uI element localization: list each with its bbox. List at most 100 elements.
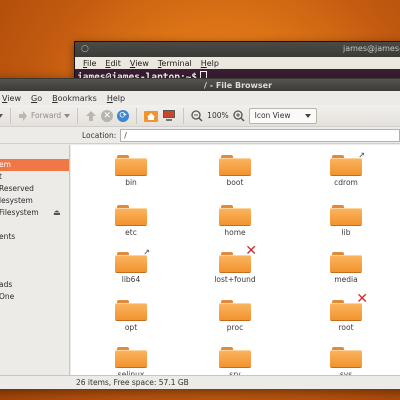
folder-body (330, 158, 362, 175)
sidebar-item-reserved[interactable]: Reserved (0, 183, 69, 195)
up-arrow-icon (86, 110, 97, 121)
file-browser-window[interactable]: / - File Browser View Go Bookmarks Help … (0, 78, 400, 389)
folder-item[interactable]: bin (96, 155, 166, 187)
zoom-level[interactable]: 100% (207, 111, 228, 120)
menu-help[interactable]: Help (107, 94, 125, 103)
folder-body (115, 255, 147, 272)
stop-button[interactable]: ✕ (101, 107, 114, 125)
status-bar: 26 items, Free space: 57.1 GB (0, 375, 400, 389)
close-icon[interactable]: ○ (81, 44, 89, 54)
folder-label: proc (226, 323, 244, 332)
sidebar-item-documents[interactable]: ents (0, 231, 69, 243)
chevron-down-icon (0, 113, 3, 118)
view-mode-select[interactable]: Icon View (248, 107, 317, 124)
folder-item[interactable]: etc (96, 205, 166, 237)
folder-item[interactable]: sys (311, 347, 381, 375)
computer-button[interactable] (162, 107, 176, 125)
icon-view[interactable]: bin boot ↗ cdrom etc home lib ↗ lib64 ✕ lost+found… (71, 145, 400, 375)
zoom-in-button[interactable] (232, 107, 245, 125)
folder-icon (115, 347, 147, 367)
terminal-title: james@james- (343, 44, 400, 53)
terminal-menu-file[interactable]: File (83, 59, 96, 68)
view-mode-value: Icon View (254, 111, 291, 120)
zoom-in-icon (232, 109, 245, 122)
file-browser-titlebar[interactable]: / - File Browser (0, 79, 400, 91)
folder-body (219, 303, 251, 320)
location-label: Location: (82, 130, 117, 140)
terminal-titlebar[interactable]: ○ james@james- (75, 42, 400, 57)
sidebar-item[interactable] (0, 243, 69, 255)
folder-item[interactable]: selinux (96, 347, 166, 375)
terminal-menubar: File Edit View Terminal Help (75, 57, 400, 69)
folder-body (330, 350, 362, 367)
terminal-menu-help[interactable]: Help (201, 59, 219, 68)
terminal-menu-edit[interactable]: Edit (105, 59, 121, 68)
window-title: / - File Browser (204, 81, 273, 90)
folder-body (330, 255, 362, 272)
folder-body (115, 208, 147, 225)
menu-go[interactable]: Go (31, 94, 42, 103)
folder-body (115, 158, 147, 175)
sidebar-item-external-filesystem[interactable]: Filesystem ⏏ (0, 207, 69, 219)
terminal-menu-view[interactable]: View (130, 59, 149, 68)
location-bar: Location: / (0, 127, 400, 144)
folder-label: root (338, 323, 354, 332)
toolbar: Forward ✕ ⟳ 100% Icon View (0, 105, 400, 127)
folder-label: opt (124, 323, 138, 332)
folder-icon: ✕ (330, 291, 368, 320)
up-button[interactable] (85, 107, 97, 125)
back-dropdown[interactable] (0, 107, 3, 125)
folder-body (219, 350, 251, 367)
sidebar-item[interactable] (0, 267, 69, 279)
folder-item[interactable]: media (311, 252, 381, 284)
folder-icon (219, 205, 251, 225)
folder-item[interactable]: ↗ lib64 (96, 248, 166, 284)
places-sidebar: em t Reserved lesystem Filesystem ⏏ ents… (0, 145, 70, 375)
sidebar-item-downloads[interactable]: ads (0, 279, 69, 291)
sidebar-item-filesystem-root[interactable]: em (0, 159, 69, 171)
forward-label: Forward (31, 111, 62, 120)
folder-body (115, 303, 147, 320)
folder-icon (330, 205, 362, 225)
sidebar-item[interactable]: t (0, 171, 69, 183)
folder-item[interactable]: proc (200, 300, 270, 332)
chevron-down-icon (304, 113, 311, 118)
home-button[interactable] (144, 107, 159, 125)
folder-item[interactable]: ↗ cdrom (311, 151, 381, 187)
reload-button[interactable]: ⟳ (117, 107, 130, 125)
folder-label: lib (341, 228, 351, 237)
sidebar-item-label: Filesystem (0, 208, 39, 217)
symlink-arrow-icon: ↗ (143, 248, 150, 257)
location-input[interactable]: / (120, 128, 400, 142)
forward-arrow-icon (19, 110, 27, 121)
folder-label: media (334, 275, 358, 284)
folder-label: lib64 (121, 275, 141, 284)
menu-view[interactable]: View (2, 94, 21, 103)
forward-button[interactable]: Forward (18, 107, 71, 125)
folder-body (219, 158, 251, 175)
computer-icon (163, 110, 176, 121)
folder-item[interactable]: lib (311, 205, 381, 237)
terminal-menu-terminal[interactable]: Terminal (158, 59, 192, 68)
sidebar-item[interactable] (0, 255, 69, 267)
folder-icon (115, 300, 147, 320)
sidebar-item-ubuntu-one[interactable]: One (0, 291, 69, 303)
folder-item[interactable]: boot (200, 155, 270, 187)
folder-item[interactable]: home (200, 205, 270, 237)
toolbar-separator (77, 107, 79, 124)
folder-item[interactable]: ✕ root (311, 291, 381, 332)
folder-item[interactable]: opt (96, 300, 166, 332)
folder-label: etc (125, 228, 137, 237)
sidebar-item-filesystem[interactable]: lesystem (0, 195, 69, 207)
folder-item[interactable]: ✕ lost+found (200, 243, 270, 284)
toolbar-separator (183, 107, 185, 124)
folder-label: home (224, 228, 246, 237)
eject-icon[interactable]: ⏏ (53, 207, 61, 219)
folder-body (115, 350, 147, 367)
no-access-icon: ✕ (245, 243, 257, 259)
folder-item[interactable]: srv (200, 347, 270, 375)
menu-bookmarks[interactable]: Bookmarks (52, 94, 97, 103)
zoom-out-button[interactable] (191, 107, 203, 125)
